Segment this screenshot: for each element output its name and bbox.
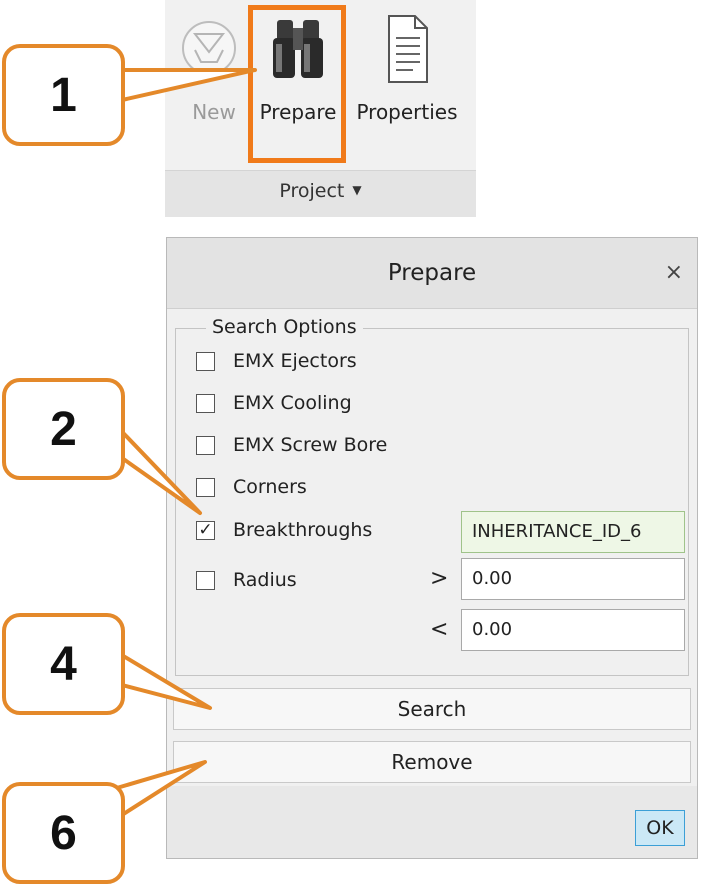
search-button[interactable]: Search bbox=[173, 688, 691, 730]
option-breakthroughs[interactable]: ✓ Breakthroughs bbox=[196, 517, 372, 543]
document-icon bbox=[388, 15, 428, 83]
radius-min-field[interactable]: 0.00 bbox=[461, 558, 685, 600]
radius-max-field[interactable]: 0.00 bbox=[461, 609, 685, 651]
callout-1: 1 bbox=[2, 44, 125, 146]
callout-4: 4 bbox=[2, 613, 125, 715]
project-group-text: Project bbox=[279, 180, 345, 202]
project-group-label[interactable]: Project ▼ bbox=[165, 180, 476, 202]
checkbox-radius[interactable] bbox=[196, 570, 215, 590]
prepare-dialog: Prepare × Search Options EMX Ejectors EM… bbox=[166, 237, 698, 859]
search-options-legend: Search Options bbox=[206, 316, 363, 338]
close-icon[interactable]: × bbox=[665, 260, 683, 285]
checkbox-emx-cooling[interactable] bbox=[196, 393, 215, 413]
checkbox-breakthroughs[interactable]: ✓ bbox=[196, 520, 215, 540]
option-emx-screw-bore[interactable]: EMX Screw Bore bbox=[196, 432, 387, 458]
checkbox-emx-screw-bore[interactable] bbox=[196, 435, 215, 455]
option-corners[interactable]: Corners bbox=[196, 474, 307, 500]
new-mold-icon bbox=[182, 21, 236, 75]
remove-button[interactable]: Remove bbox=[173, 741, 691, 783]
properties-button[interactable]: Properties bbox=[351, 0, 463, 168]
option-emx-cooling[interactable]: EMX Cooling bbox=[196, 390, 352, 416]
checkbox-corners[interactable] bbox=[196, 477, 215, 497]
dialog-title-bar: Prepare × bbox=[167, 238, 697, 309]
dialog-title: Prepare bbox=[387, 260, 477, 286]
option-label: Corners bbox=[233, 476, 307, 498]
option-emx-ejectors[interactable]: EMX Ejectors bbox=[196, 348, 357, 374]
option-label: EMX Ejectors bbox=[233, 350, 357, 372]
checkbox-emx-ejectors[interactable] bbox=[196, 351, 215, 371]
option-label: EMX Screw Bore bbox=[233, 434, 388, 456]
prepare-highlight-box bbox=[248, 5, 346, 163]
option-label: Breakthroughs bbox=[233, 519, 373, 541]
callout-6: 6 bbox=[2, 782, 125, 884]
option-radius[interactable]: Radius bbox=[196, 567, 297, 593]
option-label: EMX Cooling bbox=[233, 392, 352, 414]
search-options-group: Search Options EMX Ejectors EMX Cooling … bbox=[175, 316, 689, 676]
less-than-symbol: < bbox=[430, 617, 449, 642]
new-button[interactable]: New bbox=[171, 0, 257, 168]
breakthroughs-field[interactable]: INHERITANCE_ID_6 bbox=[461, 511, 685, 553]
greater-than-symbol: > bbox=[430, 566, 449, 591]
chevron-down-icon: ▼ bbox=[352, 183, 362, 197]
callout-2: 2 bbox=[2, 378, 125, 480]
ok-button[interactable]: OK bbox=[635, 810, 685, 846]
new-button-label: New bbox=[192, 100, 236, 124]
option-label: Radius bbox=[233, 569, 297, 591]
properties-button-label: Properties bbox=[356, 100, 458, 124]
dialog-footer bbox=[167, 786, 697, 858]
